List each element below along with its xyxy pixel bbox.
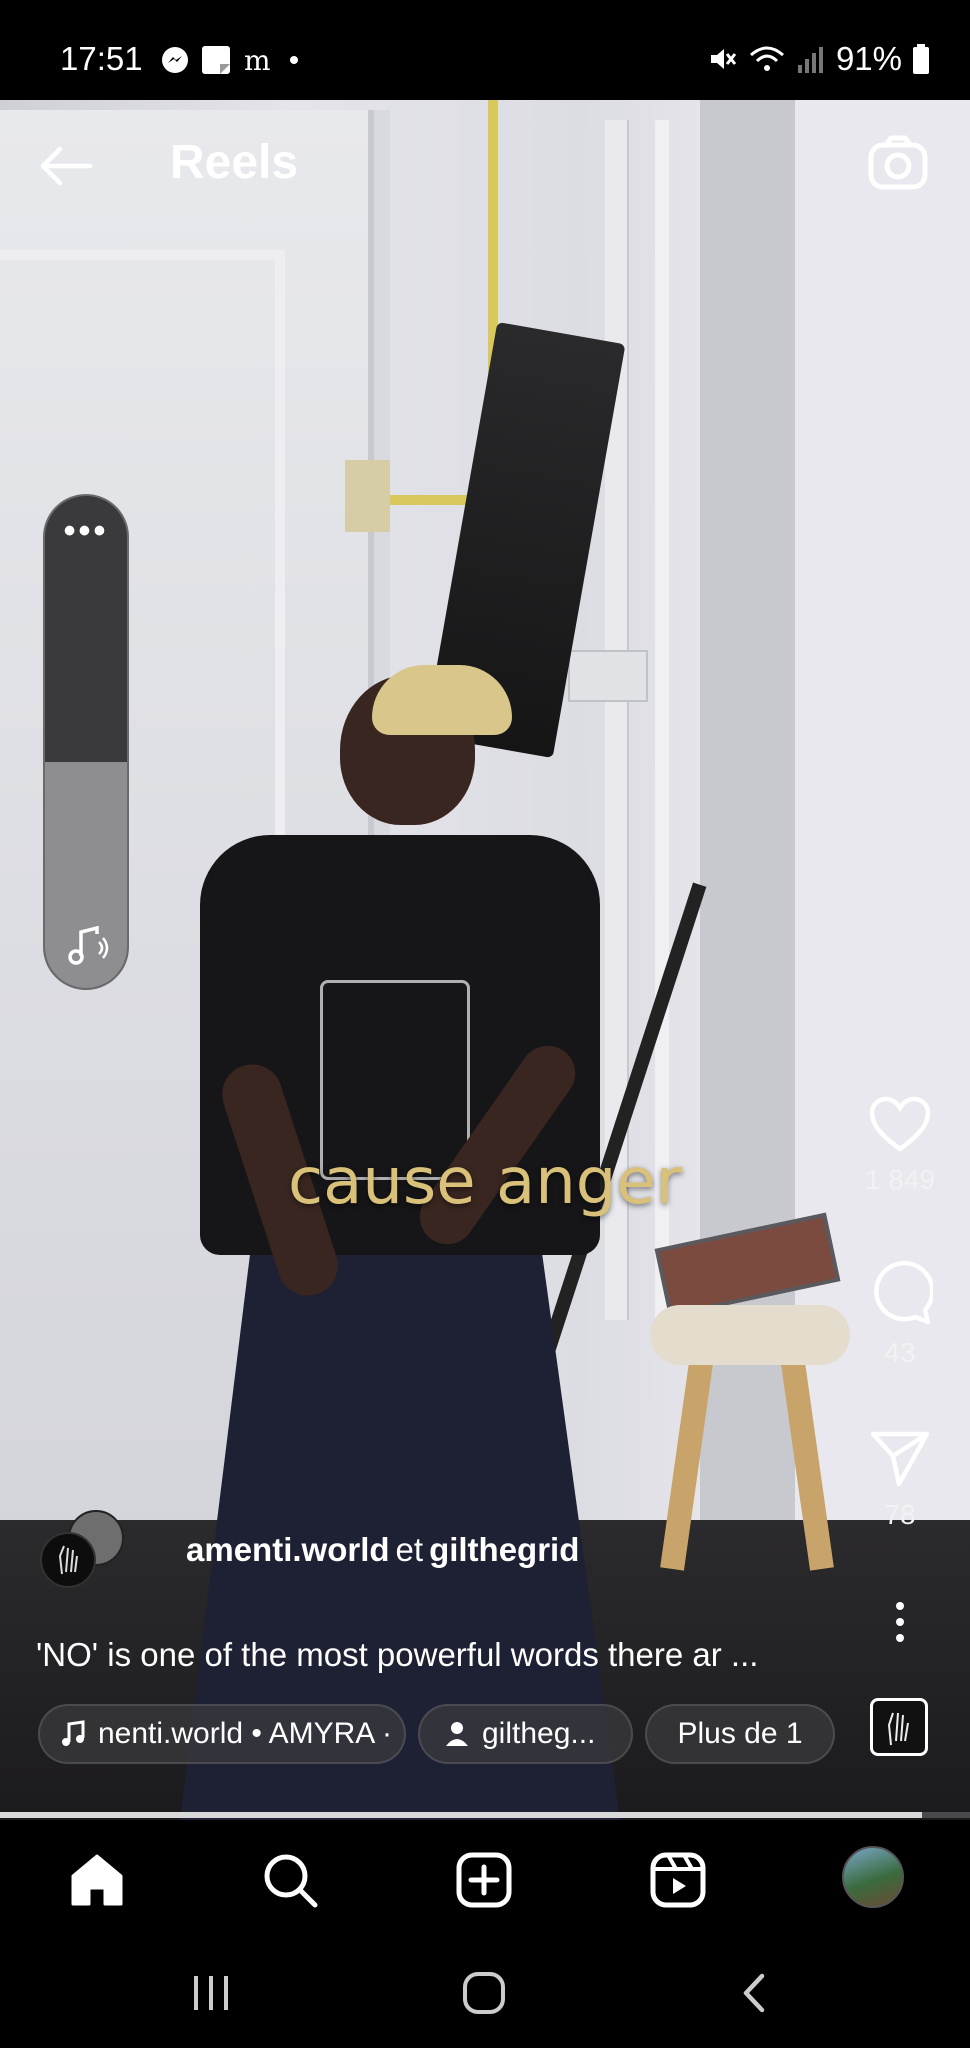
more-chip-label: Plus de 1 bbox=[677, 1717, 803, 1750]
messenger-icon bbox=[162, 47, 188, 73]
share-action[interactable]: 78 bbox=[850, 1428, 950, 1531]
profile-avatar[interactable] bbox=[842, 1846, 904, 1908]
news-icon: m bbox=[244, 44, 271, 76]
comment-icon[interactable] bbox=[867, 1260, 935, 1326]
like-action[interactable]: 1 849 bbox=[850, 1095, 950, 1196]
send-icon[interactable] bbox=[869, 1428, 931, 1488]
back-button-icon[interactable] bbox=[730, 1968, 780, 2018]
more-options-icon[interactable]: ••• bbox=[45, 514, 127, 548]
wall-column bbox=[700, 100, 795, 1600]
collab-avatars[interactable] bbox=[40, 1510, 130, 1590]
more-chip[interactable]: Plus de 1 bbox=[645, 1704, 835, 1764]
electrical-box bbox=[345, 460, 390, 532]
author-names[interactable]: amenti.world et gilthegrid bbox=[186, 1531, 579, 1569]
post-description[interactable]: 'NO' is one of the most powerful words t… bbox=[36, 1636, 836, 1674]
heart-icon[interactable] bbox=[868, 1095, 932, 1153]
status-bar: 17:51 m 91% bbox=[0, 0, 970, 100]
video-progress-fill bbox=[0, 1812, 922, 1818]
battery-icon bbox=[913, 44, 929, 74]
avatar[interactable] bbox=[40, 1532, 96, 1588]
audio-chip[interactable]: nenti.world • AMYRA · bbox=[38, 1704, 406, 1764]
tagged-user-chip[interactable]: giltheg... bbox=[418, 1704, 633, 1764]
author-row[interactable]: amenti.world et gilthegrid bbox=[40, 1510, 579, 1590]
mute-icon bbox=[710, 49, 737, 69]
hand-logo-icon bbox=[58, 1545, 78, 1575]
signal-icon bbox=[797, 47, 823, 73]
audio-thumbnail[interactable] bbox=[870, 1698, 928, 1756]
person-icon bbox=[446, 1722, 468, 1746]
person-hair bbox=[372, 665, 512, 735]
music-note-icon bbox=[68, 925, 109, 965]
wifi-icon bbox=[749, 46, 784, 71]
audio-label: nenti.world • AMYRA · bbox=[98, 1717, 392, 1750]
tagged-user-label: giltheg... bbox=[482, 1717, 596, 1750]
battery-percent: 91% bbox=[835, 40, 902, 77]
bottom-navigation bbox=[0, 1820, 970, 1940]
like-count: 1 849 bbox=[864, 1164, 936, 1195]
music-note-icon bbox=[62, 1720, 85, 1746]
comment-action[interactable]: 43 bbox=[850, 1260, 950, 1369]
right-wall bbox=[795, 100, 970, 1600]
notes-icon bbox=[202, 46, 230, 74]
system-navigation bbox=[0, 1940, 970, 2048]
home-button-icon[interactable] bbox=[459, 1968, 509, 2018]
more-options-button[interactable] bbox=[850, 1600, 950, 1649]
reels-icon[interactable] bbox=[648, 1850, 708, 1910]
author-conjunction: et bbox=[395, 1531, 424, 1568]
create-post-icon[interactable] bbox=[454, 1850, 514, 1910]
back-arrow-icon[interactable] bbox=[38, 145, 94, 187]
recent-apps-icon[interactable] bbox=[186, 1968, 236, 2018]
thermostat bbox=[568, 650, 648, 702]
share-count: 78 bbox=[884, 1499, 916, 1530]
volume-slider[interactable]: ••• bbox=[43, 494, 129, 990]
search-icon[interactable] bbox=[260, 1850, 320, 1910]
video-caption: cause anger bbox=[287, 1145, 683, 1219]
dot-icon bbox=[290, 56, 298, 64]
stool-seat bbox=[650, 1305, 850, 1365]
author-primary[interactable]: amenti.world bbox=[186, 1531, 390, 1568]
hand-logo-icon bbox=[887, 1712, 909, 1746]
camera-icon[interactable] bbox=[868, 135, 928, 190]
author-secondary[interactable]: gilthegrid bbox=[429, 1531, 579, 1568]
page-title: Reels bbox=[170, 136, 299, 189]
notification-icons: m bbox=[160, 44, 304, 76]
video-progress-bar[interactable] bbox=[0, 1812, 970, 1818]
vertical-dots-icon[interactable] bbox=[890, 1600, 910, 1644]
chips-row: nenti.world • AMYRA · giltheg... Plus de… bbox=[38, 1704, 835, 1764]
svg-text:m: m bbox=[244, 44, 271, 76]
home-icon[interactable] bbox=[67, 1850, 127, 1910]
system-icons: 91% bbox=[706, 40, 930, 78]
white-pipe-thin bbox=[655, 120, 669, 1320]
status-time: 17:51 bbox=[60, 40, 143, 77]
comment-count: 43 bbox=[884, 1337, 916, 1368]
